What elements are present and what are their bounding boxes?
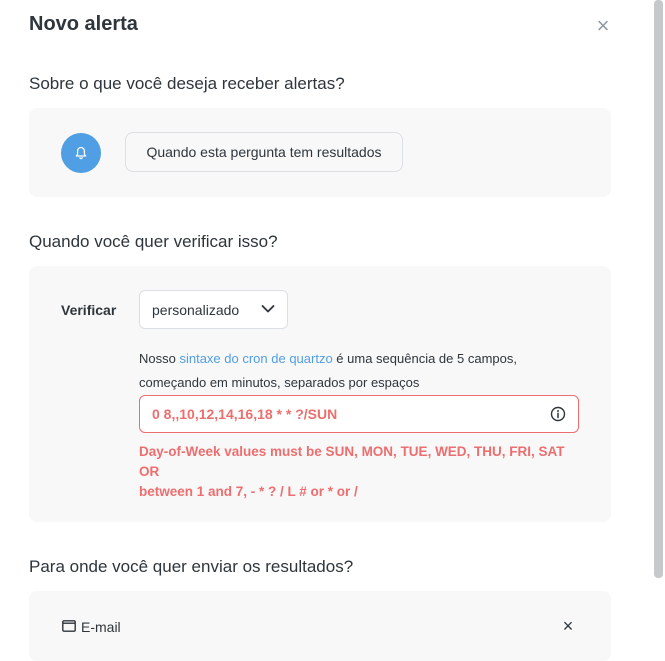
cron-error-message: Day-of-Week values must be SUN, MON, TUE… <box>139 442 584 502</box>
mail-icon <box>62 620 76 632</box>
destination-heading: Para onde você quer enviar os resultados… <box>29 557 354 576</box>
help-line2: começando em minutos, separados por espa… <box>139 375 420 390</box>
email-channel-label: E-mail <box>81 619 121 635</box>
frequency-value: personalizado <box>152 302 240 318</box>
schedule-heading: Quando você quer verificar isso? <box>29 232 278 251</box>
scrollbar[interactable] <box>654 0 663 578</box>
cron-help-text: Nosso sintaxe do cron de quartzo é uma s… <box>139 347 559 395</box>
help-prefix: Nosso <box>139 351 180 366</box>
verify-label: Verificar <box>61 302 117 318</box>
info-icon[interactable] <box>550 406 566 422</box>
modal-title: Novo alerta <box>29 13 138 35</box>
remove-channel-icon[interactable]: × <box>559 617 577 635</box>
error-line2: between 1 and 7, - * ? / L # or * or / <box>139 484 358 499</box>
close-icon[interactable]: × <box>592 15 614 37</box>
alert-condition-option[interactable]: Quando esta pergunta tem resultados <box>125 132 403 172</box>
cron-expression-input[interactable]: 0 8,,10,12,14,16,18 * * ?/SUN <box>139 395 579 433</box>
alert-subject-heading: Sobre o que você deseja receber alertas? <box>29 74 345 93</box>
cron-expression-value: 0 8,,10,12,14,16,18 * * ?/SUN <box>152 406 338 422</box>
frequency-select[interactable]: personalizado <box>139 290 288 329</box>
chevron-down-icon <box>261 305 275 313</box>
error-line1: Day-of-Week values must be SUN, MON, TUE… <box>139 444 565 479</box>
cron-syntax-link[interactable]: sintaxe do cron de quartzo <box>179 351 332 366</box>
bell-icon <box>61 133 101 173</box>
help-suffix: é uma sequência de 5 campos, <box>332 351 517 366</box>
